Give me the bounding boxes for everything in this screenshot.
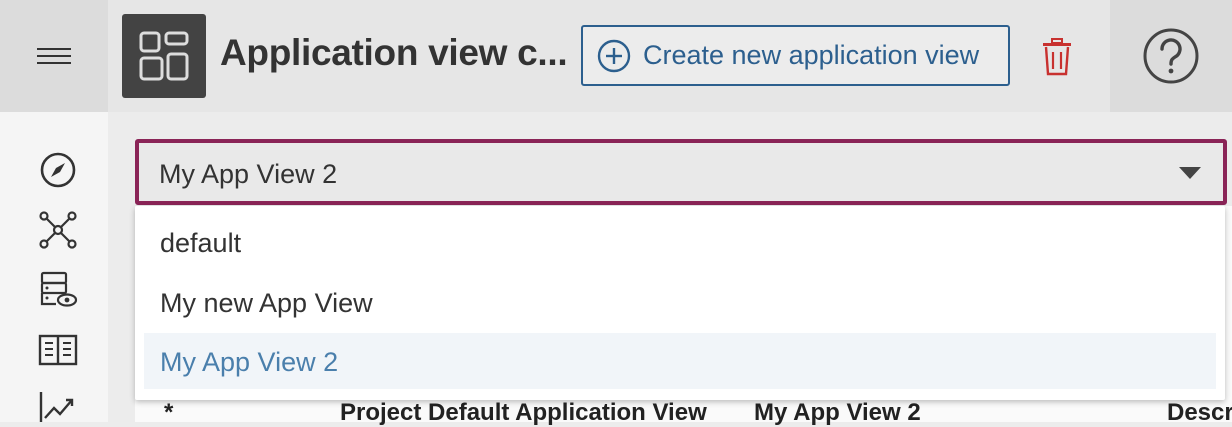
create-button-label: Create new application view	[643, 40, 980, 70]
network-icon[interactable]	[36, 208, 80, 252]
dropdown-listbox: default My new App View My App View 2	[135, 206, 1225, 400]
option-label: My App View 2	[160, 347, 339, 377]
help-icon	[1143, 28, 1199, 84]
table-header-cell: *	[164, 399, 174, 426]
app-view-icon	[122, 14, 206, 98]
option-default[interactable]: default	[144, 214, 1216, 270]
option-label: My new App View	[160, 288, 373, 318]
application-view-select[interactable]: My App View 2	[135, 139, 1227, 205]
create-application-view-button[interactable]: Create new application view	[581, 25, 1010, 86]
book-icon[interactable]	[36, 328, 80, 372]
trend-chart-icon[interactable]	[36, 386, 80, 422]
page-title: Application view c...	[220, 32, 568, 73]
hamburger-icon	[37, 43, 71, 69]
option-label: default	[160, 228, 242, 258]
select-value: My App View 2	[159, 159, 338, 189]
server-view-icon[interactable]	[36, 268, 80, 312]
help-button[interactable]	[1110, 0, 1232, 112]
trash-icon	[1043, 38, 1071, 76]
option-my-app-view-2[interactable]: My App View 2	[144, 333, 1216, 389]
delete-button[interactable]	[1038, 36, 1076, 78]
plus-circle-icon	[597, 39, 631, 72]
menu-button[interactable]	[0, 0, 108, 112]
table-header-cell: Descr	[1167, 399, 1232, 426]
caret-down-icon	[1179, 167, 1201, 179]
table-header-cell: My App View 2	[754, 399, 921, 426]
table-header-cell: Project Default Application View	[340, 399, 707, 426]
compass-icon[interactable]	[36, 148, 80, 192]
option-my-new-app-view[interactable]: My new App View	[144, 274, 1216, 330]
